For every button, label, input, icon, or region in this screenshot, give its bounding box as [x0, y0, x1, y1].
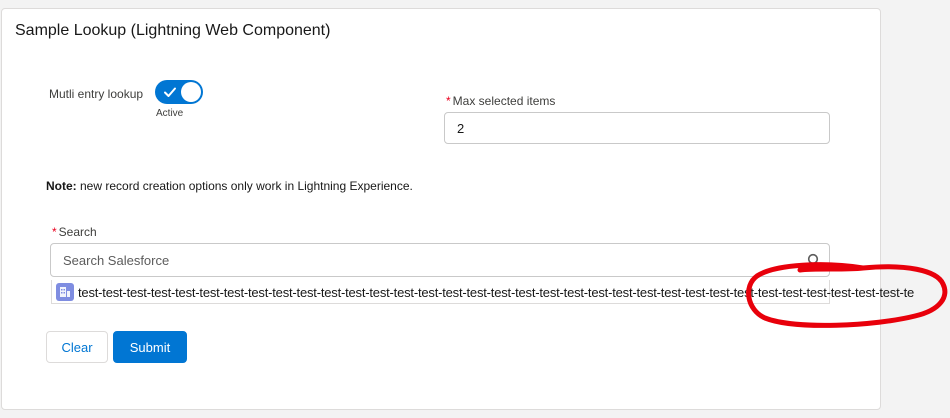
- max-items-value: 2: [457, 120, 465, 136]
- max-items-label: * Max selected items: [446, 94, 555, 108]
- note-label: Note:: [46, 179, 77, 193]
- max-items-input[interactable]: 2: [444, 112, 830, 144]
- search-label: * Search: [52, 225, 97, 239]
- search-placeholder: Search Salesforce: [63, 252, 170, 268]
- selection-list: test-test-test-test-test-test-test-test-…: [51, 280, 914, 304]
- record-icon: [56, 283, 74, 301]
- required-marker: *: [446, 94, 451, 108]
- toggle-knob: [181, 82, 201, 102]
- note-text: Note: new record creation options only w…: [46, 179, 413, 193]
- selected-item-pill[interactable]: test-test-test-test-test-test-test-test-…: [56, 282, 933, 302]
- toggle-status: Active: [156, 108, 184, 119]
- note-body: new record creation options only work in…: [76, 179, 413, 193]
- search-input[interactable]: Search Salesforce: [50, 243, 830, 277]
- search-label-text: Search: [58, 225, 97, 239]
- multi-entry-label: Mutli entry lookup: [49, 87, 144, 101]
- multi-entry-toggle[interactable]: [155, 80, 203, 104]
- check-icon: [164, 87, 176, 97]
- card-title: Sample Lookup (Lightning Web Component): [15, 22, 331, 39]
- selected-item-label: test-test-test-test-test-test-test-test-…: [78, 284, 915, 300]
- search-icon: [807, 253, 821, 267]
- required-marker: *: [52, 225, 57, 239]
- submit-button[interactable]: Submit: [113, 331, 187, 363]
- max-items-label-text: Max selected items: [452, 94, 556, 108]
- clear-button[interactable]: Clear: [46, 331, 108, 363]
